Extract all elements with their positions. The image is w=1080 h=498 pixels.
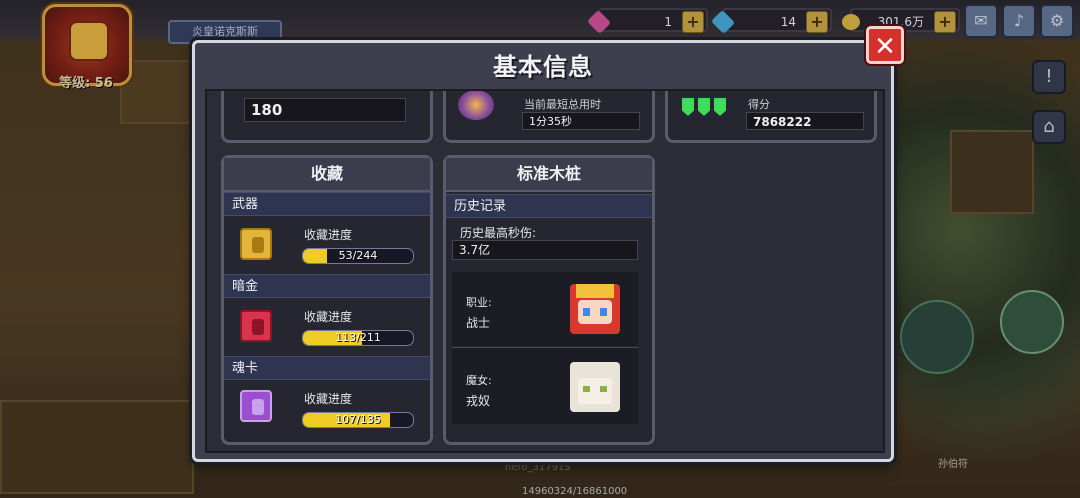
- top-left-value: 180: [244, 98, 406, 122]
- collection-section-dark-gold: 暗金: [224, 274, 430, 298]
- dark-gold-progress-label: 收藏进度: [304, 310, 353, 324]
- witch-label: 魔女:: [466, 374, 492, 387]
- warrior-portrait-icon: [570, 284, 620, 334]
- top-right-label: 得分: [748, 98, 770, 111]
- basic-info-modal: 基本信息 180 当前最短总用时 1分35秒 得分 7868222 收藏 武器 …: [192, 40, 894, 462]
- training-dummy-card: 标准木桩 历史记录 历史最高秒伤: 3.7亿 职业: 战士 魔女: 戎奴: [443, 155, 655, 445]
- weapons-progress-text: 53/244: [338, 249, 378, 262]
- max-dps-value: 3.7亿: [452, 240, 638, 260]
- soul-cards-progress-text: 107/135: [335, 413, 381, 426]
- card-top-left: 180: [221, 91, 433, 143]
- dark-gold-collection-icon: [240, 310, 272, 342]
- class-label: 职业:: [466, 296, 492, 309]
- weapons-progress-bar: 53/244: [302, 248, 414, 264]
- witch-value: 戎奴: [466, 394, 491, 408]
- witch-portrait-icon: [570, 362, 620, 412]
- soul-cards-progress-bar: 107/135: [302, 412, 414, 428]
- boss-portrait-icon: [458, 91, 494, 120]
- card-top-right: 得分 7868222: [665, 91, 877, 143]
- max-dps-label: 历史最高秒伤:: [460, 226, 537, 240]
- modal-title: 基本信息: [493, 53, 593, 81]
- collection-title: 收藏: [224, 158, 430, 192]
- witch-panel: 魔女: 戎奴: [452, 348, 638, 424]
- modal-content: 180 当前最短总用时 1分35秒 得分 7868222 收藏 武器 收藏进度 …: [205, 89, 885, 453]
- class-panel: 职业: 战士: [452, 272, 638, 346]
- training-dummy-title: 标准木桩: [446, 158, 652, 192]
- close-button[interactable]: ✕: [866, 26, 904, 64]
- top-right-value: 7868222: [746, 112, 864, 130]
- top-middle-label: 当前最短总用时: [524, 98, 601, 111]
- dark-gold-progress-bar: 113/211: [302, 330, 414, 346]
- history-section: 历史记录: [446, 194, 652, 218]
- collection-section-soul-cards: 魂卡: [224, 356, 430, 380]
- green-crystals-icon: [682, 98, 728, 118]
- weapons-progress-label: 收藏进度: [304, 228, 353, 242]
- class-value: 战士: [466, 316, 491, 330]
- weapon-collection-icon: [240, 228, 272, 260]
- soul-cards-progress-label: 收藏进度: [304, 392, 353, 406]
- collection-section-weapons: 武器: [224, 192, 430, 216]
- top-middle-value: 1分35秒: [522, 112, 640, 130]
- collection-card: 收藏 武器 收藏进度 53/244 暗金 收藏进度 113/211 魂卡 收藏进…: [221, 155, 433, 445]
- card-top-middle: 当前最短总用时 1分35秒: [443, 91, 655, 143]
- dark-gold-progress-text: 113/211: [335, 331, 381, 344]
- soul-card-collection-icon: [240, 390, 272, 422]
